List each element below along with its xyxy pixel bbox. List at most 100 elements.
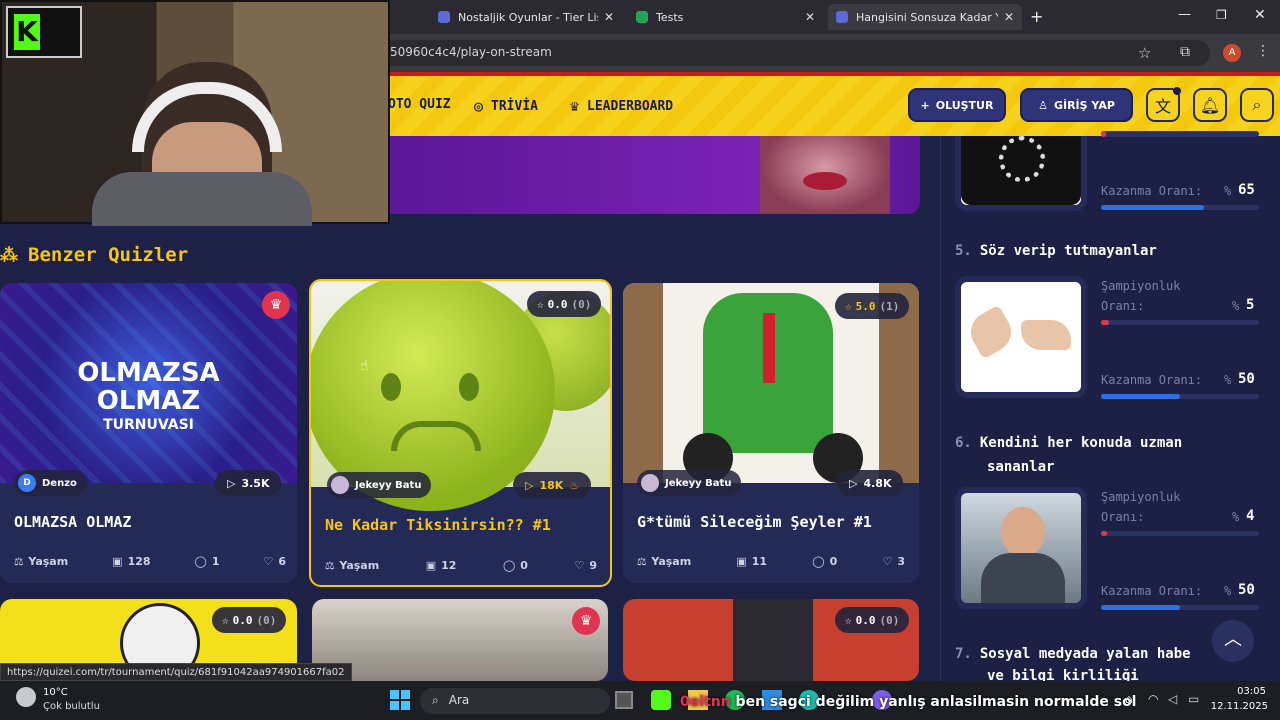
leaderboard-item-5-title[interactable]: 5. Söz verip tutmayanlar [955, 243, 1157, 259]
suit-figure-image [733, 599, 813, 681]
browser-menu-icon[interactable]: ⋮ [1256, 43, 1270, 59]
category-icon: ⚖ [637, 555, 647, 568]
clock-date[interactable]: 12.11.2025 [1210, 701, 1268, 712]
comment-icon: ◯ [502, 559, 516, 572]
kick-logo: K [6, 6, 82, 58]
comment-icon: ◯ [194, 555, 207, 568]
win-rate-value: 65 [1238, 182, 1255, 198]
like-count[interactable]: ♡ 9 [574, 559, 597, 572]
clock-time[interactable]: 03:05 [1222, 686, 1266, 697]
profile-avatar[interactable]: A [1223, 44, 1241, 62]
search-button[interactable]: ⌕ [1240, 88, 1274, 122]
minimize-icon[interactable]: — [1178, 7, 1191, 22]
quiz-card-tiksinirsin[interactable]: ☆ 0.0 (0) Jekeyy Batu ▷ 18K ♨ Ne Kadar Tiksi… [309, 279, 612, 587]
url-input[interactable]: 50960c4c4/play-on-stream [380, 40, 1210, 66]
card-author[interactable]: D Denzo [14, 470, 87, 496]
login-button[interactable]: ♙ GİRİŞ YAP [1020, 88, 1133, 122]
scroll-top-button[interactable]: ︿ [1212, 620, 1254, 662]
window-close-icon[interactable]: ✕ [1254, 7, 1266, 23]
card-author[interactable]: Jekeyy Batu [327, 472, 432, 498]
card-meta: ⚖ Yaşam ▣ 12 ◯ 0 ♡ 9 [325, 559, 597, 572]
percent-sign: % [1232, 299, 1240, 313]
avatar: D [18, 474, 36, 492]
maximize-icon[interactable]: ❐ [1216, 8, 1227, 22]
tab-label: Tests [656, 10, 684, 24]
nav-photo-quiz[interactable]: OTO QUIZ [388, 97, 451, 112]
star-icon: ☆ [537, 297, 544, 311]
tab-active-quiz[interactable]: Hangisini Sonsuza Kadar Yasakl ✕ [828, 4, 1022, 30]
rank-number: 6. [955, 435, 972, 451]
notifications-button[interactable]: 🔔︎ [1193, 88, 1227, 122]
question-count: ▣ 12 [426, 559, 457, 572]
card-title[interactable]: Ne Kadar Tiksinirsin?? #1 [325, 516, 551, 534]
win-rate-bar [1101, 394, 1259, 399]
win-rate-label: Kazanma Oranı: [1101, 584, 1203, 598]
chat-user: 0eitnn [680, 694, 731, 710]
leaderboard-thumb-6 [955, 487, 1087, 609]
champ-rate-value: 5 [1246, 297, 1255, 313]
quiz-card-sileceğim[interactable]: ☆ 5.0 (1) Jekeyy Batu ▷ 4.8K G*tümü Sileceğ… [623, 283, 919, 583]
bell-icon: 🔔︎ [1199, 95, 1221, 115]
system-tray-icon[interactable]: ⌂ [1125, 692, 1133, 706]
category[interactable]: ⚖ Yaşam [325, 559, 379, 572]
leaderboard-item-6-title[interactable]: 6. Kendini her konuda uzman sananlar [955, 431, 1255, 479]
card-title[interactable]: G*tümü Sileceğim Şeyler #1 [637, 513, 872, 531]
windows-start-icon[interactable] [390, 690, 410, 710]
nav-leaderboard[interactable]: ♛ LEADERBOARD [570, 97, 673, 115]
taskbar-search[interactable]: ⌕ Ara [420, 688, 610, 714]
play-count: ▷ 4.8K [837, 470, 904, 496]
nav-trivia[interactable]: ◎ TRİVİA [474, 97, 538, 115]
champ-rate-label-2: Oranı: [1101, 510, 1145, 524]
task-view-icon[interactable] [615, 691, 633, 709]
play-icon: ▷ [849, 476, 858, 490]
card-meta: ⚖ Yaşam ▣ 11 ◯ 0 ♡ 3 [637, 555, 905, 568]
handshake-image [963, 304, 1019, 360]
volume-icon[interactable]: ◁ [1168, 692, 1177, 706]
rating-value: 0.0 [547, 297, 568, 311]
question-count: ▣ 11 [736, 555, 767, 568]
weather-icon[interactable] [16, 687, 36, 707]
nav-photo-quiz-label: OTO QUIZ [388, 97, 451, 112]
fire-icon: ♨ [569, 478, 580, 492]
question-count-value: 12 [441, 559, 457, 572]
like-count[interactable]: ♡ 3 [882, 555, 905, 568]
battery-icon[interactable]: ▭ [1188, 692, 1199, 706]
champ-rate-bar [1101, 320, 1259, 325]
quiz-card-row2-2[interactable]: ♛ [312, 599, 608, 681]
poster-line-3: TURNUVASI [103, 417, 194, 433]
smiling-man-image [1001, 507, 1045, 557]
tab-nostaljik[interactable]: Nostaljik Oyunlar - Tier List, Kö ✕ [430, 4, 622, 30]
close-icon[interactable]: ✕ [805, 10, 815, 24]
author-name: Jekeyy Batu [355, 479, 422, 491]
heart-icon: ♡ [574, 559, 585, 572]
rating-value: 0.0 [855, 613, 876, 627]
kick-app-icon[interactable] [651, 690, 671, 710]
category-icon: ⚖ [14, 555, 24, 568]
like-count[interactable]: ♡ 6 [263, 555, 286, 568]
category[interactable]: ⚖ Yaşam [14, 555, 68, 568]
card-title[interactable]: OLMAZSA OLMAZ [14, 513, 131, 531]
translate-icon: 文 [1154, 97, 1171, 116]
card-author[interactable]: Jekeyy Batu [637, 470, 742, 496]
notification-dot [1173, 87, 1181, 95]
like-count-value: 3 [897, 555, 905, 568]
win-rate-value: 50 [1238, 371, 1255, 387]
close-icon[interactable]: ✕ [604, 10, 614, 24]
bookmark-star-icon[interactable]: ☆ [1138, 44, 1151, 62]
create-button[interactable]: + OLUŞTUR [908, 88, 1006, 122]
rank-number: 7. [955, 646, 972, 662]
heart-icon: ♡ [882, 555, 893, 568]
wifi-icon[interactable]: ◠ [1148, 692, 1158, 706]
extensions-icon[interactable]: ⧉ [1180, 44, 1190, 60]
quiz-card-olmazsa[interactable]: OLMAZSA OLMAZ TURNUVASI ♛ D Denzo ▷ 3.5K … [0, 283, 297, 583]
category[interactable]: ⚖ Yaşam [637, 555, 691, 568]
play-count-value: 18K [539, 478, 564, 492]
quiz-card-row2-3[interactable]: ☆ 0.0 (0) [623, 599, 919, 681]
hero-lips-shape [803, 172, 847, 190]
comment-count-value: 1 [211, 555, 220, 568]
similar-quizzes-heading: ⁂ Benzer Quizler [0, 244, 188, 266]
tab-tests[interactable]: Tests ✕ [628, 4, 823, 30]
poster-line-2: OLMAZ [96, 386, 201, 416]
new-tab-icon[interactable]: + [1030, 7, 1043, 26]
close-icon[interactable]: ✕ [1004, 10, 1014, 24]
